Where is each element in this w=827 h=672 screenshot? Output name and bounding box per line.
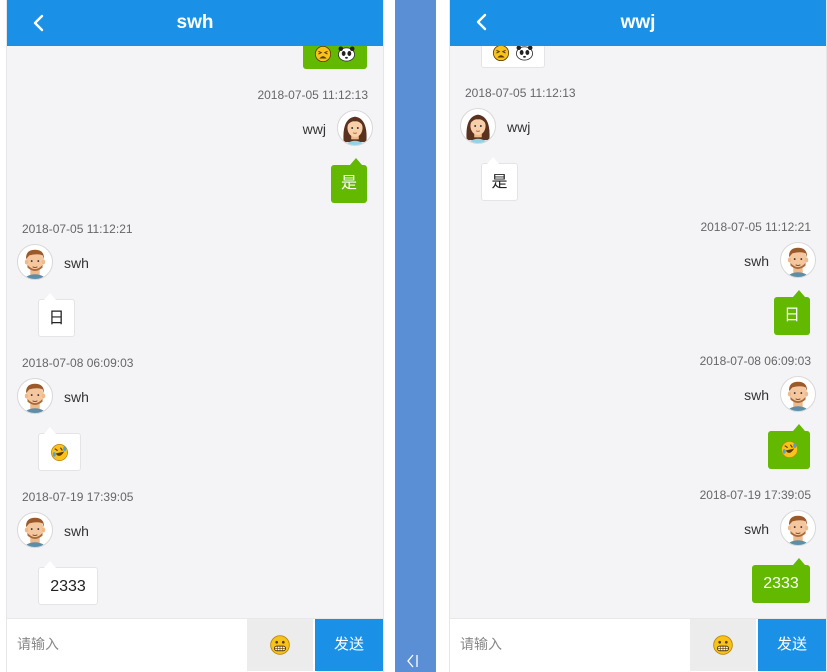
message-input[interactable] (7, 619, 247, 671)
emoji-button[interactable] (690, 619, 756, 671)
message-timestamp: 2018-07-05 11:12:21 (22, 222, 133, 236)
collapse-left-icon[interactable] (405, 652, 425, 670)
avatar-swh[interactable] (17, 244, 53, 280)
message-list[interactable]: 2018-07-05 11:12:13 wwj 是 2018-07-05 11:… (450, 46, 826, 618)
message-text: 2333 (50, 578, 86, 595)
message-input[interactable] (450, 619, 690, 671)
panda-emoji-icon (515, 46, 534, 62)
message-text: 2333 (763, 575, 799, 592)
avatar-swh[interactable] (780, 510, 816, 546)
message-bubble: 日 (38, 293, 75, 337)
grinning-face-icon (712, 634, 734, 656)
message-bubble: 2333 (38, 561, 98, 605)
emoji-button[interactable] (247, 619, 313, 671)
message-timestamp: 2018-07-05 11:12:13 (257, 88, 368, 102)
sender-name: swh (64, 523, 89, 539)
send-button[interactable]: 发送 (315, 619, 383, 671)
right-chat-window: wwj 2018-07-05 11:12:13 wwj 是 2018-07-05… (449, 0, 827, 672)
tired-face-emoji-icon (492, 46, 510, 62)
message-bubble: 2333 (752, 558, 810, 603)
sender-name: swh (744, 521, 769, 537)
sender-name: wwj (302, 121, 326, 137)
message-bubble: 是 (331, 158, 367, 203)
composer: 发送 (450, 618, 826, 672)
message-list[interactable]: 2018-07-05 11:12:13 wwj 是 2018-07-05 11:… (7, 46, 383, 618)
message-text: 是 (491, 174, 508, 191)
avatar-swh[interactable] (17, 512, 53, 548)
chat-header: wwj (450, 0, 826, 46)
avatar-swh[interactable] (780, 242, 816, 278)
message-text: 日 (783, 307, 800, 324)
message-timestamp: 2018-07-19 17:39:05 (22, 490, 134, 504)
rofl-emoji-icon (50, 443, 69, 462)
message-text: 是 (340, 175, 357, 192)
message-bubble (768, 424, 810, 469)
chat-header: swh (7, 0, 383, 46)
panda-emoji-icon (337, 46, 356, 63)
message-bubble: 日 (774, 290, 810, 335)
message-bubble-partial (481, 46, 545, 68)
message-bubble: 是 (481, 157, 518, 201)
message-text: 日 (48, 310, 65, 327)
chat-title: wwj (620, 12, 656, 33)
avatar-wwj[interactable] (460, 108, 496, 144)
message-timestamp: 2018-07-08 06:09:03 (699, 354, 811, 368)
rofl-emoji-icon (780, 440, 799, 459)
sender-name: swh (744, 387, 769, 403)
avatar-swh[interactable] (17, 378, 53, 414)
avatar-wwj[interactable] (337, 110, 373, 146)
sender-name: swh (744, 253, 769, 269)
sender-name: swh (64, 389, 89, 405)
chat-title: swh (176, 12, 214, 33)
message-bubble-partial (303, 46, 367, 69)
message-bubble (38, 427, 81, 471)
message-timestamp: 2018-07-05 11:12:21 (700, 220, 811, 234)
sender-name: wwj (507, 119, 531, 135)
message-timestamp: 2018-07-19 17:39:05 (699, 488, 811, 502)
grinning-face-icon (269, 634, 291, 656)
message-timestamp: 2018-07-05 11:12:13 (465, 86, 576, 100)
tired-face-emoji-icon (314, 46, 332, 63)
sender-name: swh (64, 255, 89, 271)
avatar-swh[interactable] (780, 376, 816, 412)
composer: 发送 (7, 618, 383, 672)
message-timestamp: 2018-07-08 06:09:03 (22, 356, 134, 370)
send-button[interactable]: 发送 (758, 619, 826, 671)
left-chat-window: swh 2018-07-05 11:12:13 wwj 是 2018-07-05… (6, 0, 384, 672)
panel-divider (395, 0, 436, 672)
